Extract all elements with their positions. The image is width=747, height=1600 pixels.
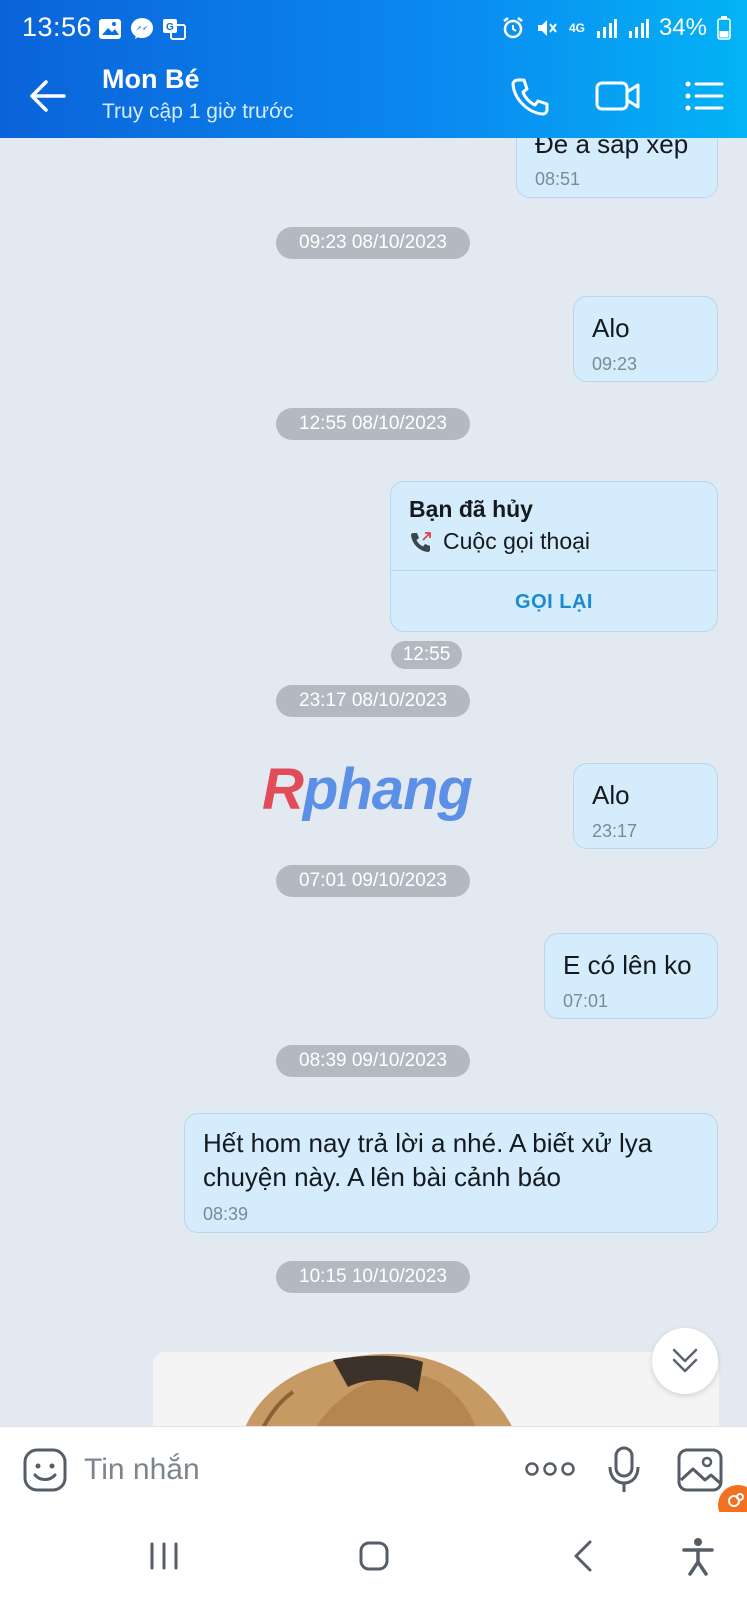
message-bubble[interactable]: Alo 09:23 [573,296,718,382]
back-icon [574,1540,592,1572]
call-time: 12:55 [391,641,462,669]
date-separator: 07:01 09/10/2023 [276,865,470,897]
video-call-button[interactable] [594,74,640,118]
message-bubble[interactable]: E có lên ko 07:01 [544,933,718,1019]
sticker-icon [23,1448,67,1492]
home-icon [359,1541,389,1571]
recent-apps-icon [150,1542,178,1570]
notification-icons: G [98,18,186,40]
date-separator: 10:15 10/10/2023 [276,1261,470,1293]
back-arrow-icon [30,80,66,112]
back-button[interactable] [26,76,70,116]
message-time: 23:17 [592,821,638,841]
message-time: 07:01 [563,991,609,1011]
list-menu-icon [685,81,724,111]
message-time: 08:51 [535,169,581,189]
signal-icon [596,19,617,38]
call-log-card: Bạn đã hủy Cuộc gọi thoại GỌI LẠI [390,481,718,632]
system-navigation-bar [0,1512,747,1600]
voice-call-button[interactable] [508,74,552,118]
battery-percent: 34% [658,14,707,41]
contact-status: Truy cập 1 giờ trước [102,100,294,123]
message-time: 09:23 [592,354,638,374]
voice-message-button[interactable] [606,1445,642,1495]
system-icons: 4G 34% [501,14,731,42]
watermark-letter: R [262,757,304,822]
contact-name[interactable]: Mon Bé [102,64,200,95]
chat-messages[interactable]: Để a sắp xếp 08:51 09:23 08/10/2023 Alo … [0,138,747,1426]
status-bar: 13:56 G 4G 34% [0,0,747,52]
mute-icon [537,20,557,36]
date-separator: 23:17 08/10/2023 [276,685,470,717]
video-icon [595,81,640,111]
call-type-label: Cuộc gọi thoại [443,528,591,554]
double-chevron-down-icon [672,1348,698,1373]
home-button[interactable] [350,1532,398,1580]
scroll-to-bottom-button[interactable] [652,1328,718,1394]
watermark-logo: Rphang [262,756,473,823]
svg-text:G: G [166,22,174,33]
back-nav-button[interactable] [560,1532,608,1580]
accessibility-button[interactable] [674,1532,722,1580]
call-again-button[interactable]: GỌI LẠI [391,571,717,631]
message-text: E có lên ko [563,950,692,980]
message-text: Alo [592,780,630,810]
image-icon [677,1448,723,1492]
battery-icon [717,16,731,40]
message-bubble[interactable]: Hết hom nay trả lời a nhé. A biết xử lya… [184,1113,718,1233]
message-text: Hết hom nay trả lời a nhé. A biết xử lya… [203,1128,653,1192]
more-options-button[interactable] [524,1457,576,1481]
call-status: Bạn đã hủy [409,496,533,522]
sticker-button[interactable] [22,1447,68,1493]
alarm-icon [503,17,523,39]
date-separator: 12:55 08/10/2023 [276,408,470,440]
date-separator: 08:39 09/10/2023 [276,1045,470,1077]
messenger-icon [130,18,154,40]
chat-options-button[interactable] [682,74,726,118]
signal-icon [628,19,649,38]
microphone-icon [608,1446,640,1492]
photo-message[interactable] [153,1352,719,1426]
translate-icon: G [162,18,186,40]
missed-call-icon [411,531,431,552]
message-time: 08:39 [203,1204,249,1224]
date-separator: 09:23 08/10/2023 [276,227,470,259]
call-type-row: Cuộc gọi thoại [409,528,590,555]
photo-thumbnail [153,1352,719,1426]
watermark-word: phang [302,757,473,822]
chat-header: Mon Bé Truy cập 1 giờ trước [0,52,747,138]
recent-apps-button[interactable] [140,1532,188,1580]
message-bubble[interactable]: Để a sắp xếp 08:51 [516,138,718,198]
more-dots-icon [525,1462,575,1476]
message-text: Alo [592,313,630,343]
gallery-icon [98,18,122,40]
send-image-button[interactable] [676,1447,724,1493]
message-bubble[interactable]: Alo 23:17 [573,763,718,849]
phone-icon [511,78,549,116]
message-text: Để a sắp xếp [535,138,689,159]
message-composer [0,1426,747,1512]
status-time: 13:56 [22,12,93,42]
message-input[interactable] [84,1441,494,1499]
accessibility-icon [682,1538,714,1576]
network-type: 4G [568,21,585,35]
